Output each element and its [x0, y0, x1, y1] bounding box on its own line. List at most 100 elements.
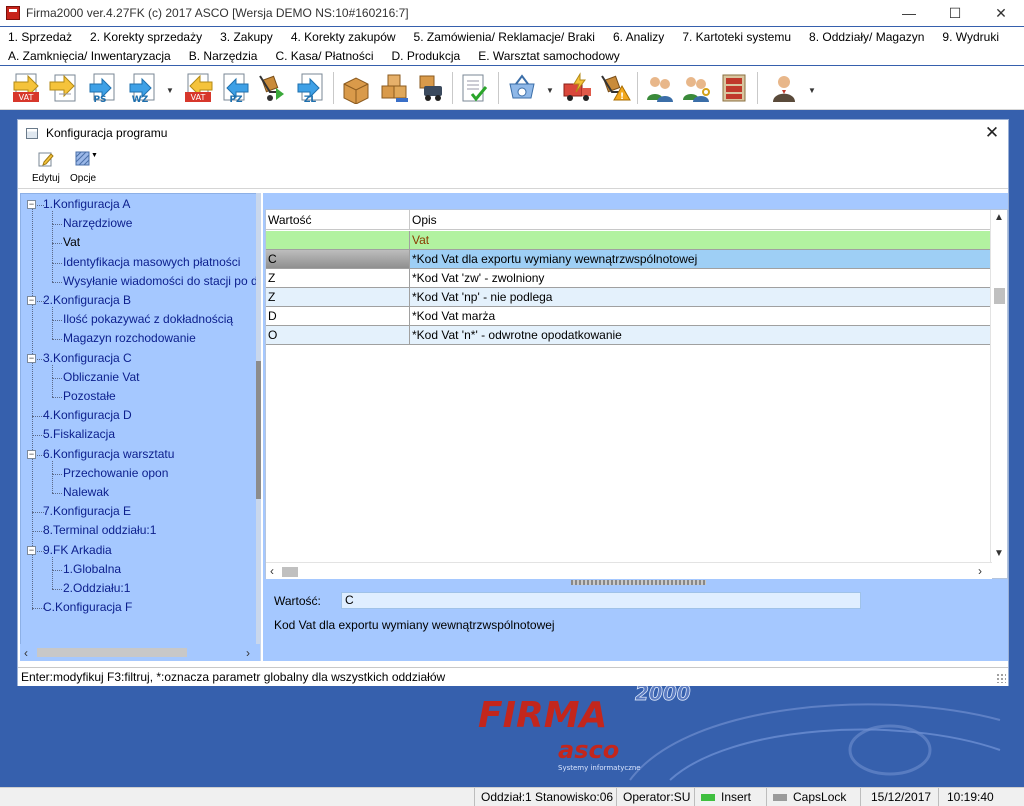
tree-leaf[interactable]: Nalewak	[63, 484, 109, 501]
tree-leaf[interactable]: Magazyn rozchodowanie	[63, 330, 196, 347]
tree-leaf[interactable]: Przechowanie opon	[63, 465, 168, 482]
pz-document-icon[interactable]: PZ	[218, 72, 250, 104]
chevron-up-icon[interactable]: ▲	[994, 212, 1004, 223]
scroll-thumb[interactable]	[994, 288, 1005, 304]
chevron-right-icon[interactable]: ›	[246, 646, 250, 660]
tree-leaf[interactable]: Pozostałe	[63, 388, 116, 405]
grid-vertical-scrollbar[interactable]: ▲ ▼	[990, 210, 1007, 578]
tree-vertical-scrollbar[interactable]	[256, 193, 261, 661]
document-icon[interactable]	[48, 72, 80, 104]
scroll-thumb[interactable]	[37, 648, 187, 657]
chevron-left-icon[interactable]: ‹	[24, 646, 28, 660]
tree-node[interactable]: 5.Fiskalizacja	[43, 426, 115, 443]
grid-horizontal-scrollbar[interactable]: ‹ ›	[266, 562, 992, 579]
cell-description[interactable]: Vat	[410, 231, 992, 250]
cell-value[interactable]	[266, 231, 410, 250]
menu-item[interactable]: 6. Analizy	[613, 30, 664, 44]
cell-value[interactable]: Z	[266, 269, 410, 288]
cell-value[interactable]: C	[266, 250, 410, 269]
tree-leaf[interactable]: Wysyłanie wiadomości do stacji po d	[63, 273, 258, 290]
table-row[interactable]: D *Kod Vat marża	[266, 307, 992, 326]
menu-item[interactable]: C. Kasa/ Płatności	[275, 49, 373, 63]
tree-collapse-icon[interactable]: −	[27, 545, 36, 555]
chevron-right-icon[interactable]: ›	[978, 564, 982, 578]
menu-item[interactable]: B. Narzędzia	[189, 49, 258, 63]
tree-leaf[interactable]: Vat	[63, 234, 80, 251]
menu-item[interactable]: 9. Wydruki	[942, 30, 999, 44]
tree-node[interactable]: 6.Konfiguracja warsztatu	[43, 446, 174, 463]
boxes-stack-icon[interactable]	[378, 72, 410, 104]
resize-grip[interactable]	[996, 673, 1006, 683]
users-icon[interactable]	[644, 72, 676, 104]
scroll-thumb[interactable]	[256, 361, 261, 499]
maximize-button[interactable]: ☐	[932, 0, 978, 26]
tree-leaf[interactable]: Identyfikacja masowych płatności	[63, 254, 240, 271]
cart-return-icon[interactable]	[256, 72, 288, 104]
tree-leaf[interactable]: Ilość pokazywać z dokładnością	[63, 311, 233, 328]
chevron-down-icon[interactable]: ▼	[91, 152, 98, 159]
tree-node[interactable]: 8.Terminal oddziału:1	[43, 522, 156, 539]
tree-leaf[interactable]: 1.Globalna	[63, 561, 121, 578]
dialog-close-button[interactable]: ✕	[982, 123, 1002, 143]
edit-button[interactable]: Edytuj	[32, 151, 60, 184]
ps-document-icon[interactable]: PS	[86, 72, 118, 104]
table-row[interactable]: C *Kod Vat dla exportu wymiany wewnątrzws…	[266, 250, 992, 269]
menu-item[interactable]: 3. Zakupy	[220, 30, 273, 44]
tree-leaf[interactable]: 2.Oddziału:1	[63, 580, 130, 597]
tree-collapse-icon[interactable]: −	[27, 200, 36, 209]
chevron-down-icon[interactable]: ▼	[166, 86, 174, 95]
scroll-thumb[interactable]	[282, 567, 298, 577]
table-row[interactable]: Z *Kod Vat 'zw' - zwolniony	[266, 269, 992, 288]
chevron-down-icon[interactable]: ▼	[546, 86, 554, 95]
tree-collapse-icon[interactable]: −	[27, 449, 36, 459]
cell-value[interactable]: O	[266, 326, 410, 345]
cell-description[interactable]: *Kod Vat 'n*' - odwrotne opodatkowanie	[410, 326, 992, 345]
tree-horizontal-scrollbar[interactable]: ‹ ›	[20, 644, 260, 661]
tree-leaf[interactable]: Obliczanie Vat	[63, 369, 139, 386]
cart-warning-icon[interactable]: !	[600, 72, 632, 104]
cell-description[interactable]: *Kod Vat 'zw' - zwolniony	[410, 269, 992, 288]
tree-leaf[interactable]: Narzędziowe	[63, 215, 132, 232]
chevron-left-icon[interactable]: ‹	[270, 564, 274, 578]
tree-collapse-icon[interactable]: −	[27, 353, 36, 363]
cabinet-icon[interactable]	[718, 72, 750, 104]
table-row[interactable]: O *Kod Vat 'n*' - odwrotne opodatkowanie	[266, 326, 992, 345]
menu-item[interactable]: E. Warsztat samochodowy	[478, 49, 620, 63]
vat-purchase-icon[interactable]: VAT	[182, 72, 214, 104]
tree-node[interactable]: C.Konfiguracja F	[43, 599, 132, 616]
menu-item[interactable]: 1. Sprzedaż	[8, 30, 72, 44]
table-row[interactable]: Z *Kod Vat 'np' - nie podlega	[266, 288, 992, 307]
tree-node[interactable]: 9.FK Arkadia	[43, 542, 112, 559]
menu-item[interactable]: 4. Korekty zakupów	[291, 30, 396, 44]
column-header-value[interactable]: Wartość	[266, 210, 410, 230]
menu-item[interactable]: A. Zamknięcia/ Inwentaryzacja	[8, 49, 171, 63]
box-icon[interactable]	[340, 72, 372, 104]
value-field[interactable]: C	[341, 592, 861, 609]
menu-item[interactable]: 2. Korekty sprzedaży	[90, 30, 202, 44]
vat-invoice-icon[interactable]: VAT	[12, 72, 44, 104]
tree-node[interactable]: 7.Konfiguracja E	[43, 503, 131, 520]
chevron-down-icon[interactable]: ▼	[994, 548, 1004, 559]
close-button[interactable]: ✕	[978, 0, 1024, 26]
zl-document-icon[interactable]: ZL	[294, 72, 326, 104]
menu-item[interactable]: D. Produkcja	[391, 49, 460, 63]
tree-node[interactable]: 1.Konfiguracja A	[43, 196, 130, 213]
cell-value[interactable]: D	[266, 307, 410, 326]
menu-item[interactable]: 5. Zamówienia/ Reklamacje/ Braki	[414, 30, 595, 44]
cell-description[interactable]: *Kod Vat dla exportu wymiany wewnątrzwsp…	[410, 250, 992, 269]
basket-icon[interactable]	[506, 72, 538, 104]
operator-icon[interactable]	[768, 72, 800, 104]
delivery-boxes-icon[interactable]	[414, 72, 446, 104]
wz-document-icon[interactable]: WZ	[126, 72, 158, 104]
tree-node[interactable]: 2.Konfiguracja B	[43, 292, 131, 309]
chevron-down-icon[interactable]: ▼	[808, 86, 816, 95]
tree-node[interactable]: 3.Konfiguracja C	[43, 350, 132, 367]
column-header-description[interactable]: Opis	[410, 210, 992, 230]
tree-node[interactable]: 4.Konfiguracja D	[43, 407, 132, 424]
panel-splitter[interactable]	[571, 580, 706, 585]
cell-value[interactable]: Z	[266, 288, 410, 307]
menu-item[interactable]: 7. Kartoteki systemu	[682, 30, 791, 44]
tree-collapse-icon[interactable]: −	[27, 296, 36, 305]
truck-lightning-icon[interactable]	[562, 72, 594, 104]
cell-description[interactable]: *Kod Vat 'np' - nie podlega	[410, 288, 992, 307]
